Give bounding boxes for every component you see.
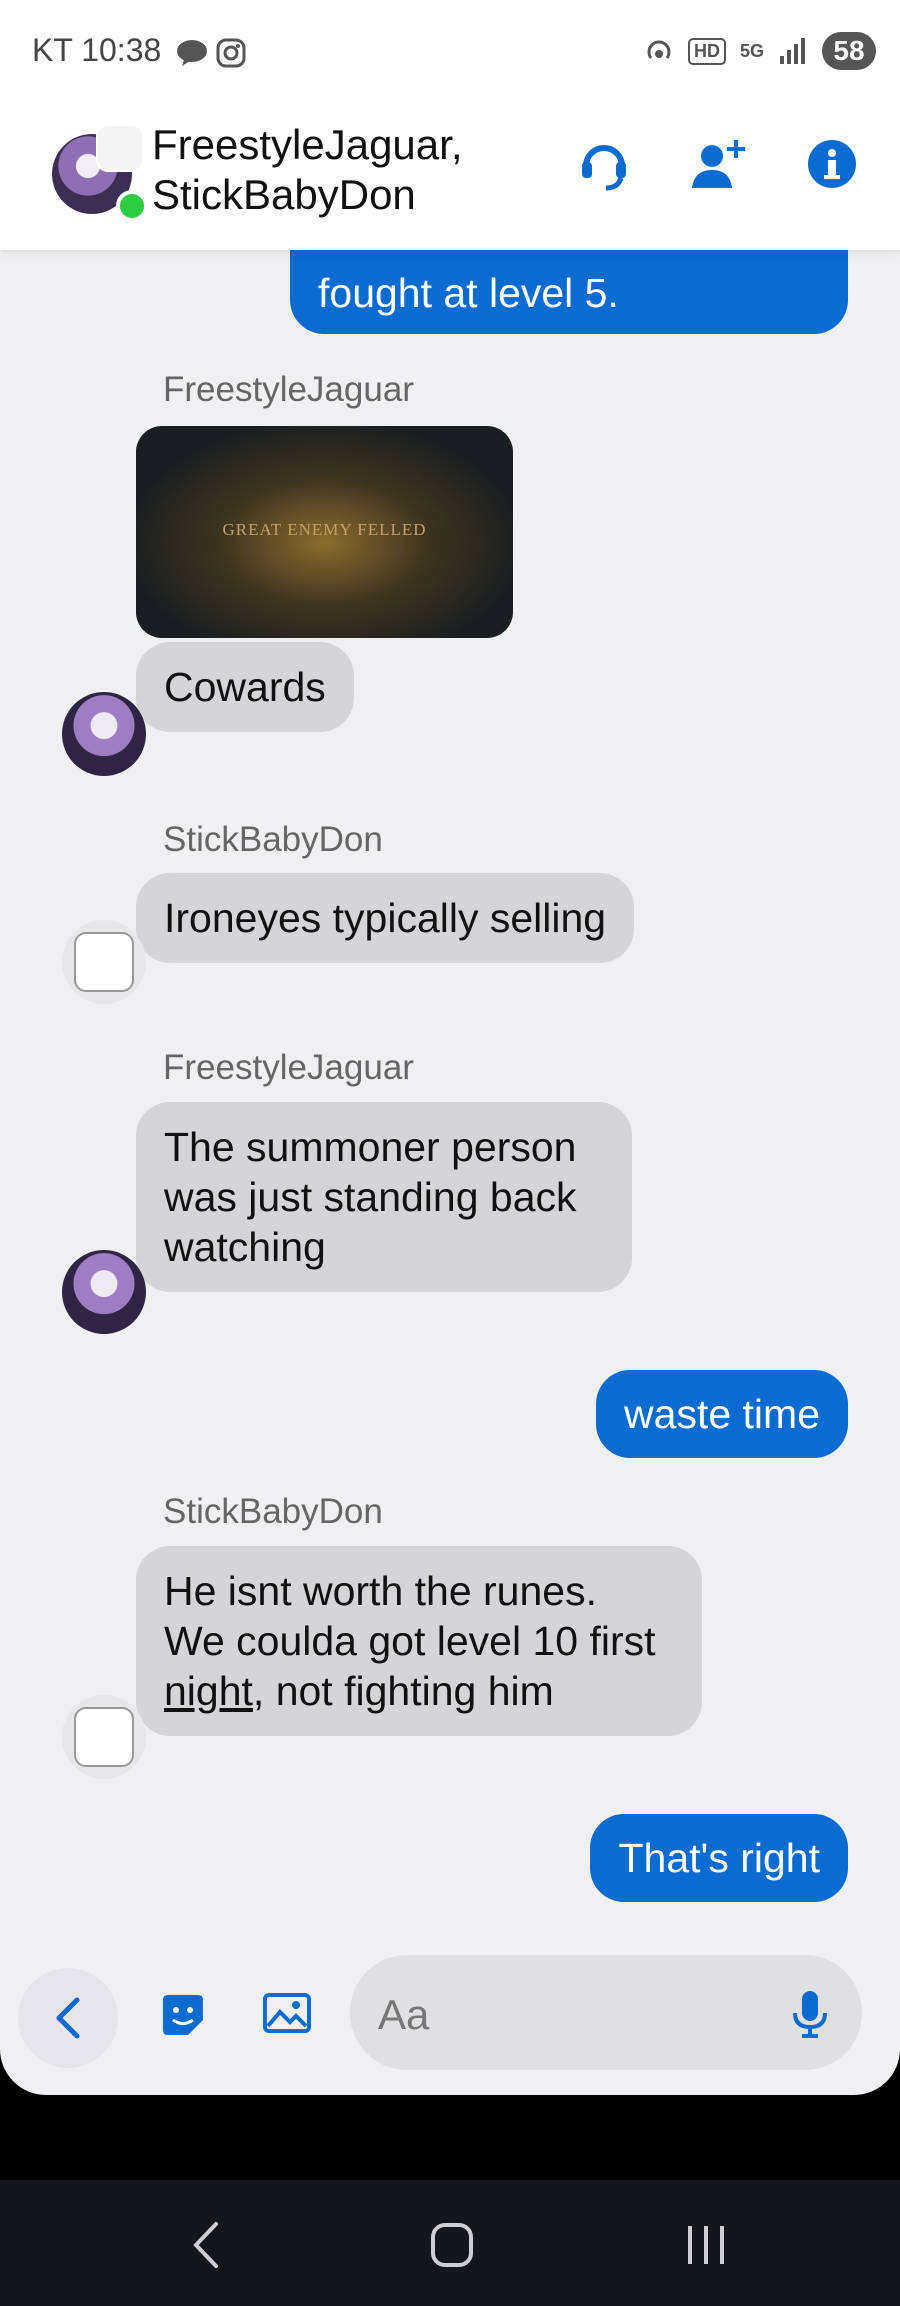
- face-icon: [74, 1707, 134, 1767]
- status-right: HD 5G 58: [644, 32, 876, 70]
- status-bar: KT 10:38 HD 5G 58: [0, 0, 900, 100]
- avatar[interactable]: [62, 692, 146, 776]
- message-bubble-outgoing[interactable]: waste time: [596, 1370, 848, 1458]
- message-text: Ironeyes typically selling: [164, 895, 607, 941]
- hotspot-icon: [647, 40, 671, 59]
- back-icon: [56, 1997, 80, 2039]
- message-bubble-incoming[interactable]: The summoner person was just standing ba…: [136, 1102, 632, 1292]
- network-badge: 5G: [739, 40, 764, 61]
- message-bubble-incoming[interactable]: He isnt worth the runes. We coulda got l…: [136, 1546, 702, 1736]
- carrier-label: KT: [32, 32, 73, 68]
- hd-badge: HD: [687, 37, 726, 65]
- avatar[interactable]: [62, 1250, 146, 1334]
- avatar[interactable]: [62, 1695, 146, 1779]
- online-indicator: [116, 190, 148, 222]
- sender-name: FreestyleJaguar: [163, 1048, 414, 1087]
- message-text: , not fighting him: [252, 1668, 554, 1714]
- back-button[interactable]: [18, 1968, 118, 2068]
- message-input[interactable]: Aa: [350, 1955, 862, 2070]
- mic-icon[interactable]: [792, 1989, 828, 2039]
- sender-name: StickBabyDon: [163, 1492, 383, 1531]
- avatar[interactable]: [62, 920, 146, 1004]
- chat-screen: KT 10:38 HD 5G 58 FreestyleJaguar, Stick…: [0, 0, 900, 2095]
- message-text: The summoner person was just standing ba…: [164, 1124, 577, 1270]
- add-person-icon: [692, 140, 745, 188]
- face-icon: [74, 932, 134, 992]
- message-text: We coulda got level 10 first: [164, 1618, 656, 1664]
- avatar: [96, 124, 144, 172]
- add-person-button[interactable]: [690, 136, 746, 192]
- message-bubble-outgoing[interactable]: That's right: [590, 1814, 848, 1902]
- message-text: night, not fighting him: [164, 1666, 674, 1716]
- message-link[interactable]: night: [164, 1668, 253, 1714]
- chat-header: FreestyleJaguar, StickBabyDon: [0, 100, 900, 250]
- message-text: fought at level 5.: [318, 270, 619, 316]
- status-carrier-time: KT 10:38: [32, 32, 161, 69]
- message-icon: [177, 40, 207, 66]
- time-label: 10:38: [81, 32, 162, 68]
- message-text: He isnt worth the runes.: [164, 1568, 597, 1614]
- signal-icon: [780, 38, 805, 64]
- nav-home-icon[interactable]: [430, 2220, 474, 2270]
- info-button[interactable]: [804, 136, 860, 192]
- message-text: That's right: [618, 1835, 820, 1881]
- title-line: StickBabyDon: [152, 171, 416, 218]
- battery-indicator: 58: [822, 32, 876, 70]
- nav-recents-icon[interactable]: [684, 2220, 728, 2270]
- conversation-title[interactable]: FreestyleJaguar, StickBabyDon: [152, 120, 463, 220]
- call-icon: [582, 145, 626, 191]
- instagram-icon: [216, 38, 246, 68]
- image-message[interactable]: GREAT ENEMY FELLED: [136, 426, 513, 638]
- call-button[interactable]: [576, 136, 632, 192]
- gallery-icon[interactable]: [262, 1992, 312, 2036]
- info-icon: [808, 140, 856, 188]
- sticker-icon[interactable]: [160, 1992, 206, 2038]
- header-actions: [576, 136, 860, 192]
- message-composer: Aa: [0, 1940, 900, 2095]
- message-bubble-incoming[interactable]: Ironeyes typically selling: [136, 873, 635, 963]
- system-nav-bar: [0, 2180, 900, 2306]
- nav-back-icon[interactable]: [186, 2220, 226, 2270]
- sender-name: StickBabyDon: [163, 820, 383, 859]
- group-avatar[interactable]: [52, 124, 148, 222]
- message-text: Cowards: [164, 664, 326, 710]
- image-caption: GREAT ENEMY FELLED: [222, 520, 427, 539]
- sender-name: FreestyleJaguar: [163, 370, 414, 409]
- title-line: FreestyleJaguar,: [152, 121, 463, 168]
- message-bubble-incoming[interactable]: Cowards: [136, 642, 354, 732]
- input-placeholder: Aa: [378, 1991, 430, 2038]
- message-text: waste time: [624, 1391, 820, 1437]
